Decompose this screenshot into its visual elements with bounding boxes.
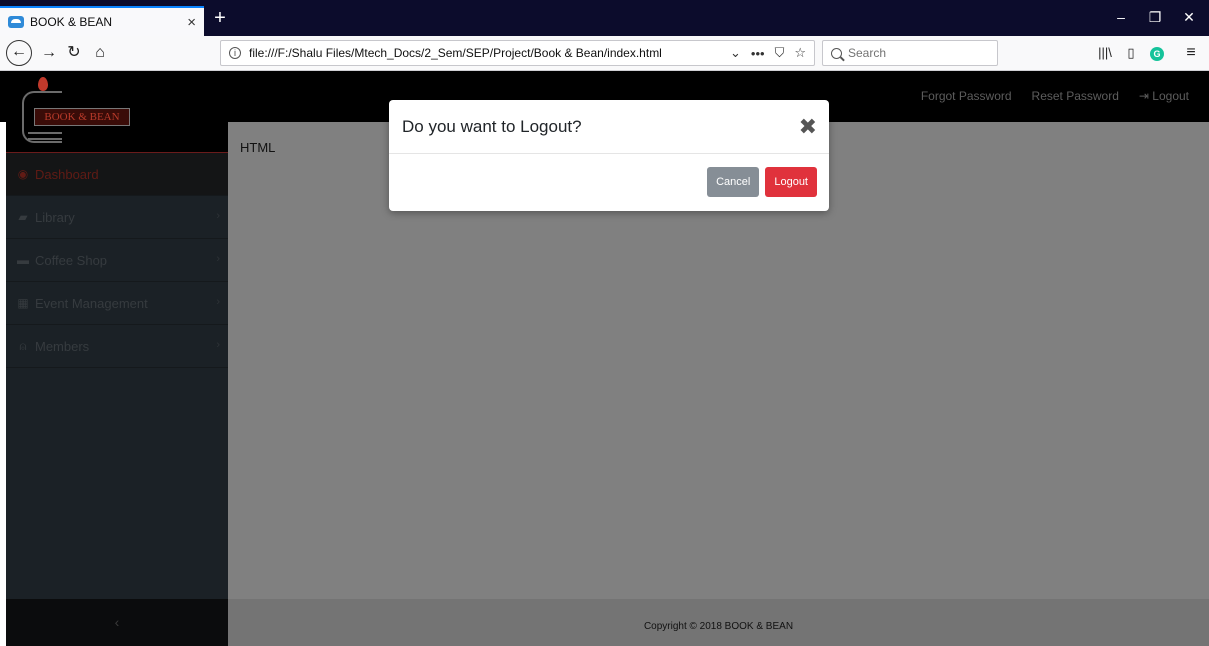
logout-button[interactable]: Logout bbox=[765, 167, 817, 197]
flame-icon bbox=[38, 77, 48, 91]
logo-text: BOOK & BEAN bbox=[34, 108, 130, 126]
sidebar-collapse-button[interactable]: ‹ bbox=[6, 599, 228, 646]
forward-icon[interactable]: → bbox=[38, 41, 60, 65]
chevron-right-icon: › bbox=[216, 296, 220, 308]
brand-logo[interactable]: BOOK & BEAN bbox=[6, 75, 228, 153]
sidebar-item-members[interactable]: ⍝ Members › bbox=[6, 325, 228, 368]
pocket-icon[interactable]: ⛉ bbox=[775, 45, 785, 61]
chevron-right-icon: › bbox=[216, 253, 220, 265]
close-icon[interactable]: ✖ bbox=[799, 115, 817, 137]
user-icon: ⍝ bbox=[19, 338, 27, 353]
sidebar-item-label: Event Management bbox=[35, 295, 148, 311]
sidebar-item-coffee-shop[interactable]: ▬ Coffee Shop › bbox=[6, 239, 228, 282]
sidebar: ◉ Dashboard ▰ Library › ▬ Coffee Shop › … bbox=[6, 153, 228, 599]
sidebar-item-dashboard[interactable]: ◉ Dashboard bbox=[6, 153, 228, 196]
url-text[interactable]: file:///F:/Shalu Files/Mtech_Docs/2_Sem/… bbox=[249, 46, 720, 60]
back-icon[interactable]: ← bbox=[6, 40, 32, 66]
forgot-password-link[interactable]: Forgot Password bbox=[921, 89, 1012, 103]
menu-icon[interactable]: ≡ bbox=[1180, 41, 1202, 65]
modal-header: Do you want to Logout? ✖ bbox=[389, 100, 829, 154]
sidebar-item-label: Coffee Shop bbox=[35, 252, 108, 268]
info-icon[interactable]: i bbox=[229, 47, 241, 59]
logout-link[interactable]: ⇥ Logout bbox=[1139, 89, 1189, 103]
sidebar-toggle-icon[interactable]: ▯ bbox=[1120, 41, 1142, 65]
reload-icon[interactable]: ↻ bbox=[62, 41, 86, 65]
modal-footer: Cancel Logout bbox=[389, 154, 829, 210]
sidebar-item-label: Dashboard bbox=[35, 166, 99, 182]
coffee-icon: ▬ bbox=[17, 253, 29, 267]
sidebar-item-label: Members bbox=[35, 338, 90, 354]
browser-titlebar: BOOK & BEAN × + – ❐ ✕ bbox=[0, 0, 1209, 36]
calendar-icon: ▦ bbox=[17, 296, 29, 310]
book-icon: ▰ bbox=[18, 210, 28, 224]
new-tab-button[interactable]: + bbox=[207, 6, 233, 32]
address-bar[interactable]: i file:///F:/Shalu Files/Mtech_Docs/2_Se… bbox=[220, 40, 815, 66]
minimize-button[interactable]: – bbox=[1106, 6, 1136, 30]
sidebar-item-library[interactable]: ▰ Library › bbox=[6, 196, 228, 239]
search-placeholder: Search bbox=[848, 46, 887, 60]
browser-navbar: ← → ↻ ⌂ i file:///F:/Shalu Files/Mtech_D… bbox=[0, 36, 1209, 71]
reset-password-link[interactable]: Reset Password bbox=[1032, 89, 1119, 103]
chevron-right-icon: › bbox=[216, 339, 220, 351]
tab-title: BOOK & BEAN bbox=[30, 15, 113, 29]
more-actions-icon[interactable]: ••• bbox=[751, 46, 765, 61]
sidebar-item-event-management[interactable]: ▦ Event Management › bbox=[6, 282, 228, 325]
home-icon[interactable]: ⌂ bbox=[88, 41, 112, 65]
bookmark-star-icon[interactable]: ☆ bbox=[794, 45, 806, 61]
close-window-button[interactable]: ✕ bbox=[1174, 6, 1204, 30]
grammarly-icon[interactable]: G bbox=[1150, 47, 1164, 61]
cancel-button[interactable]: Cancel bbox=[707, 167, 760, 197]
content-label: HTML bbox=[240, 140, 276, 155]
search-input[interactable]: Search bbox=[822, 40, 998, 66]
footer: Copyright © 2018 BOOK & BEAN bbox=[228, 599, 1209, 646]
search-icon bbox=[831, 47, 842, 59]
modal-title: Do you want to Logout? bbox=[402, 116, 582, 136]
library-icon[interactable]: |||\ bbox=[1094, 41, 1116, 65]
dashboard-icon: ◉ bbox=[17, 167, 29, 181]
favicon-icon bbox=[8, 16, 24, 28]
logout-link-label: Logout bbox=[1152, 89, 1189, 103]
browser-tab[interactable]: BOOK & BEAN × bbox=[0, 6, 204, 36]
chevron-right-icon: › bbox=[216, 210, 220, 222]
logout-modal: Do you want to Logout? ✖ Cancel Logout bbox=[389, 100, 829, 211]
maximize-button[interactable]: ❐ bbox=[1140, 6, 1170, 30]
logout-icon: ⇥ bbox=[1138, 89, 1153, 103]
tab-close-icon[interactable]: × bbox=[187, 14, 196, 31]
chevron-down-icon[interactable]: ⌄ bbox=[730, 45, 741, 61]
sidebar-item-label: Library bbox=[35, 209, 75, 225]
